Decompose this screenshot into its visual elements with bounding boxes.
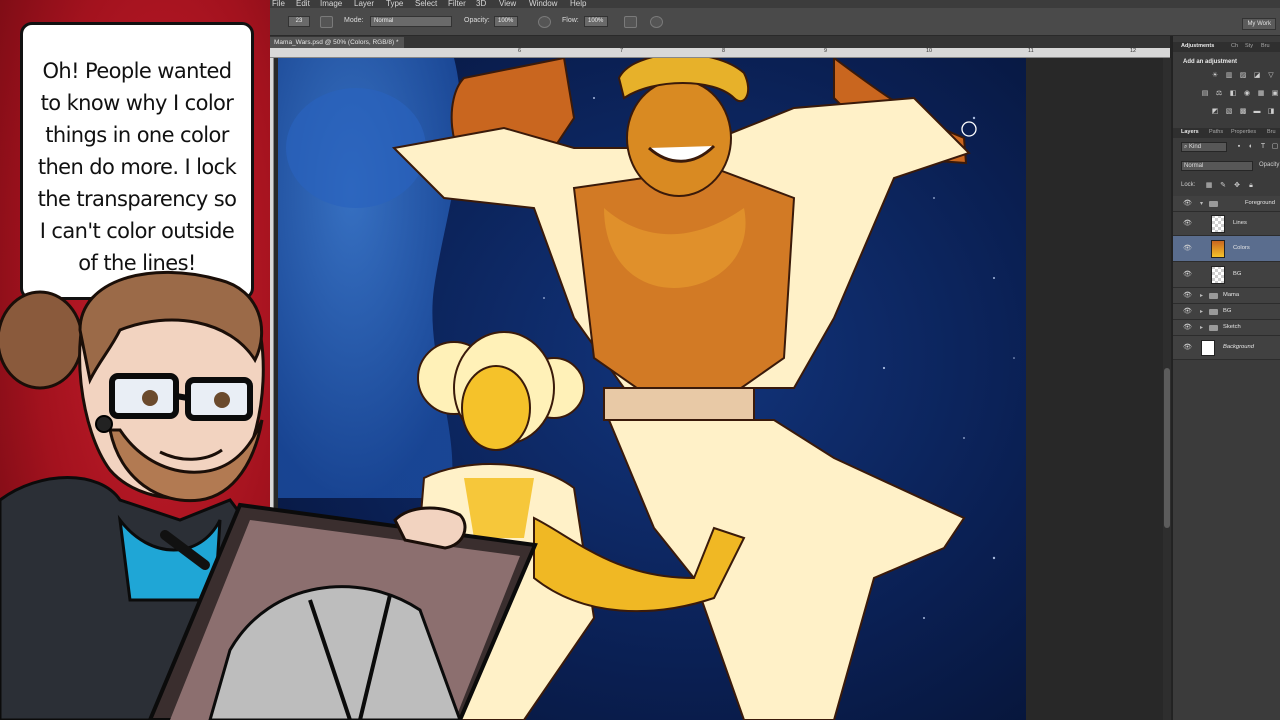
lock-position-icon[interactable]: ✥: [1233, 182, 1241, 190]
visibility-eye-icon[interactable]: 👁︎: [1183, 219, 1192, 227]
color-lookup-icon[interactable]: ▣: [1271, 90, 1279, 98]
gradient-map-icon[interactable]: ▬: [1253, 108, 1261, 116]
invert-icon[interactable]: ◩: [1211, 108, 1219, 116]
visibility-eye-icon[interactable]: 👁︎: [1183, 199, 1192, 207]
vibrance-icon[interactable]: ▽: [1267, 72, 1275, 80]
visibility-eye-icon[interactable]: 👁︎: [1183, 343, 1192, 351]
layer-name: Foreground: [1245, 200, 1275, 206]
ruler-tick: 10: [926, 48, 933, 54]
lock-all-icon[interactable]: 🔒︎: [1247, 182, 1255, 190]
layer-name: Mama: [1223, 292, 1240, 298]
layer-row[interactable]: 👁︎ ▾ Foreground: [1173, 196, 1280, 212]
layer-row[interactable]: 👁︎ BG: [1173, 262, 1280, 288]
exposure-icon[interactable]: ◪: [1253, 72, 1261, 80]
layer-row[interactable]: 👁︎ Colors: [1173, 236, 1280, 262]
layer-opacity-label: Opacity: [1259, 162, 1280, 168]
layer-filter-select[interactable]: ⌕ Kind: [1181, 142, 1227, 152]
posterize-icon[interactable]: ▧: [1225, 108, 1233, 116]
layer-row[interactable]: 👁︎ ▸ Sketch: [1173, 320, 1280, 336]
layer-name: BG: [1233, 271, 1242, 277]
levels-icon[interactable]: ▥: [1225, 72, 1233, 80]
layer-filter-kind: Kind: [1189, 144, 1202, 150]
filter-adjustment-icon[interactable]: ◐: [1247, 143, 1255, 151]
hue-saturation-icon[interactable]: ▤: [1201, 90, 1209, 98]
lock-transparency-icon[interactable]: ▦: [1205, 182, 1213, 190]
filter-shape-icon[interactable]: ▢: [1271, 143, 1279, 151]
layer-name: Colors: [1233, 245, 1250, 251]
folder-icon: [1209, 201, 1218, 207]
chevron-right-icon[interactable]: ▸: [1200, 292, 1203, 299]
layer-row[interactable]: 👁︎ Lines: [1173, 212, 1280, 236]
filter-type-icon[interactable]: T: [1259, 143, 1267, 151]
threshold-icon[interactable]: ▩: [1239, 108, 1247, 116]
menu-help[interactable]: Help: [570, 0, 586, 8]
flow-field[interactable]: 100%: [584, 16, 608, 27]
layers-tabs: Layers Paths Properties Bru: [1173, 128, 1280, 138]
ruler-tick: 9: [824, 48, 828, 54]
layer-row[interactable]: 👁︎ ▸ Mama: [1173, 288, 1280, 304]
scrollbar-thumb[interactable]: [1164, 368, 1170, 528]
folder-icon: [1209, 325, 1218, 331]
color-balance-icon[interactable]: ⚖: [1215, 90, 1223, 98]
tab-paths[interactable]: Paths: [1209, 129, 1223, 135]
right-panels: Adjustments Ch Sty Bru Add an adjustment…: [1172, 36, 1280, 720]
layer-thumbnail: [1201, 340, 1215, 356]
airbrush-icon[interactable]: [624, 16, 637, 28]
adjustments-tabs: Adjustments Ch Sty Bru: [1173, 42, 1280, 52]
tab-layers[interactable]: Layers: [1181, 129, 1199, 135]
tab-brushes-2[interactable]: Bru: [1267, 129, 1276, 135]
visibility-eye-icon[interactable]: 👁︎: [1183, 244, 1192, 252]
channel-mixer-icon[interactable]: ▦: [1257, 90, 1265, 98]
tab-properties[interactable]: Properties: [1231, 129, 1256, 135]
layer-name: Background: [1223, 344, 1254, 350]
chevron-right-icon[interactable]: ▸: [1200, 308, 1203, 315]
artist-avatar: [0, 270, 538, 720]
filter-pixel-icon[interactable]: ▪: [1235, 143, 1243, 151]
tab-adjustments[interactable]: Adjustments: [1181, 43, 1214, 49]
lock-pixels-icon[interactable]: ✎: [1219, 182, 1227, 190]
layer-row[interactable]: 👁︎ ▸ BG: [1173, 304, 1280, 320]
flow-label: Flow:: [562, 17, 579, 24]
layer-name: Lines: [1233, 220, 1247, 226]
lock-label: Lock:: [1181, 182, 1196, 188]
ruler-tick: 11: [1028, 48, 1034, 54]
screen: Ps File Edit Image Layer Type Select Fil…: [0, 0, 1280, 720]
ruler-tick: 12: [1130, 48, 1137, 54]
brightness-icon[interactable]: ☀: [1211, 72, 1219, 80]
visibility-eye-icon[interactable]: 👁︎: [1183, 307, 1192, 315]
ruler-tick: 7: [620, 48, 624, 54]
chevron-right-icon[interactable]: ▸: [1200, 324, 1203, 331]
layer-thumbnail: [1211, 266, 1225, 284]
add-adjustment-label: Add an adjustment: [1183, 59, 1238, 65]
workspace-switcher[interactable]: My Work: [1242, 18, 1276, 30]
layer-name: BG: [1223, 308, 1232, 314]
layer-row[interactable]: 👁︎ Background: [1173, 336, 1280, 360]
selective-color-icon[interactable]: ◨: [1267, 108, 1275, 116]
visibility-eye-icon[interactable]: 👁︎: [1183, 270, 1192, 278]
tab-styles[interactable]: Sty: [1245, 43, 1253, 49]
layer-name: Sketch: [1223, 324, 1241, 330]
photo-filter-icon[interactable]: ◉: [1243, 90, 1251, 98]
layer-thumbnail: [1211, 240, 1225, 258]
layer-thumbnail: [1211, 215, 1225, 233]
folder-icon: [1209, 293, 1218, 299]
curves-icon[interactable]: ▨: [1239, 72, 1247, 80]
pressure-size-icon[interactable]: [650, 16, 663, 28]
chevron-down-icon[interactable]: ▾: [1200, 200, 1203, 207]
visibility-eye-icon[interactable]: 👁︎: [1183, 291, 1192, 299]
tab-brushes[interactable]: Bru: [1261, 43, 1270, 49]
vertical-scrollbar[interactable]: [1163, 58, 1171, 720]
black-white-icon[interactable]: ◧: [1229, 90, 1237, 98]
ruler-tick: 8: [722, 48, 726, 54]
tab-channels[interactable]: Ch: [1231, 43, 1238, 49]
visibility-eye-icon[interactable]: 👁︎: [1183, 323, 1192, 331]
blend-mode-select[interactable]: Normal: [1181, 161, 1253, 171]
folder-icon: [1209, 309, 1218, 315]
